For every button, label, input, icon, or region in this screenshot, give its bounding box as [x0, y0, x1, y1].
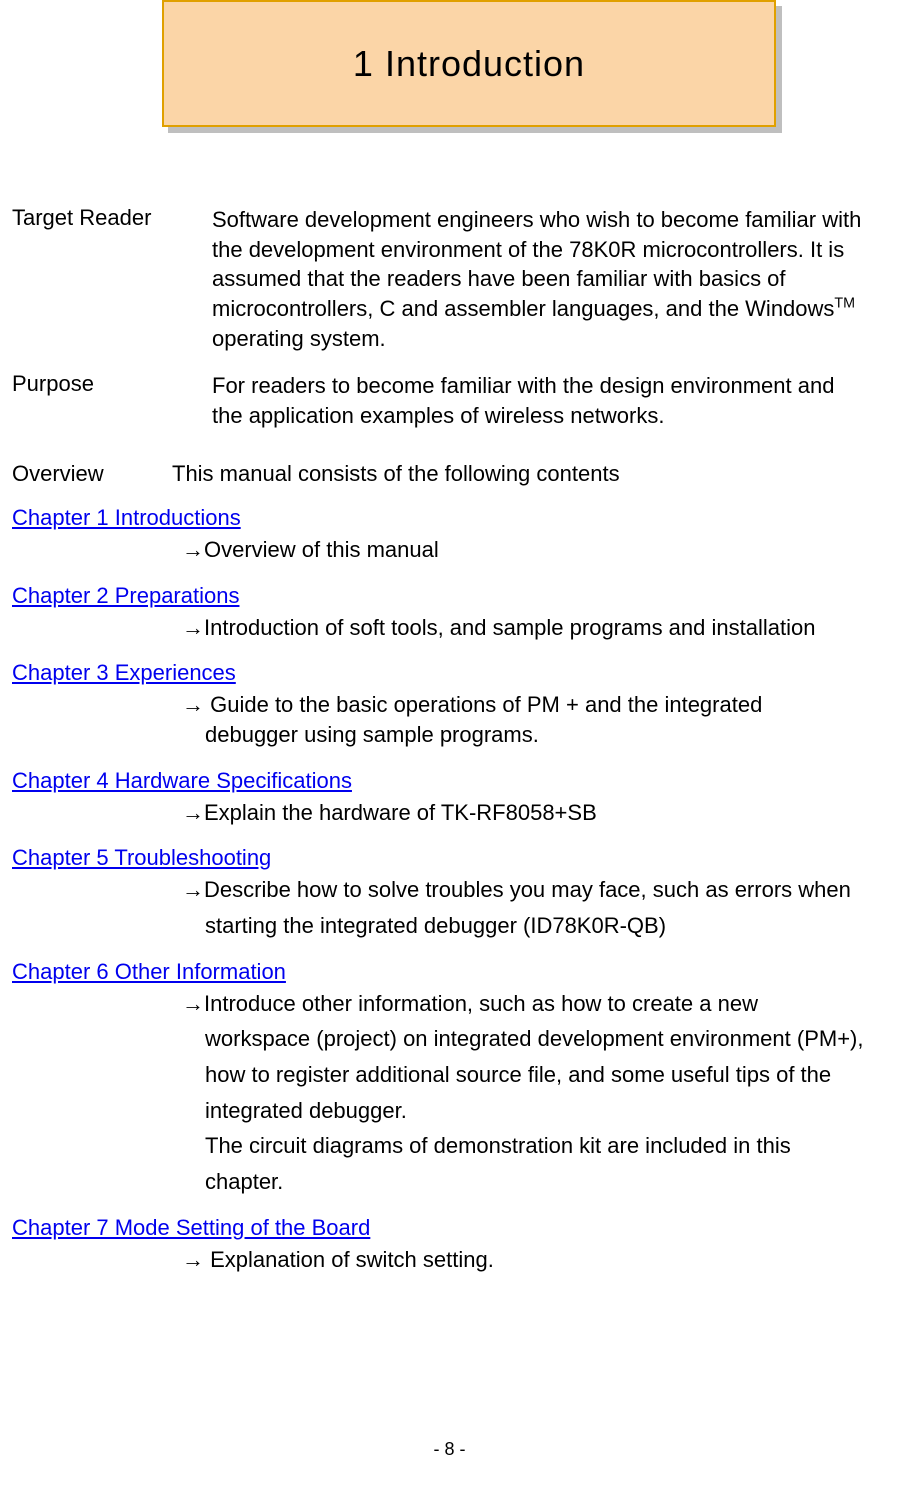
content-body: Target Reader Software development engin…: [12, 205, 887, 1274]
chapter-6-cont-3: The circuit diagrams of demonstration ki…: [182, 1125, 877, 1161]
chapter-6-link[interactable]: Chapter 6 Other Information: [12, 959, 286, 985]
chapter-4-link[interactable]: Chapter 4 Hardware Specifications: [12, 768, 352, 794]
target-reader-pre: Software development engineers who wish …: [212, 207, 861, 321]
target-reader-post: operating system.: [212, 326, 386, 351]
chapter-6-cont-2: integrated debugger.: [182, 1090, 877, 1126]
purpose-row: Purpose For readers to become familiar w…: [12, 371, 887, 430]
chapter-6-block: Chapter 6 Other Information →Introduce o…: [12, 959, 887, 1197]
title-banner: 1 Introduction: [162, 0, 782, 135]
chapter-7-link[interactable]: Chapter 7 Mode Setting of the Board: [12, 1215, 370, 1241]
arrow-icon: →: [182, 692, 210, 717]
chapter-6-cont-4: chapter.: [182, 1161, 877, 1197]
chapter-title: 1 Introduction: [353, 43, 585, 85]
purpose-label: Purpose: [12, 371, 212, 430]
chapter-5-cont: starting the integrated debugger (ID78K0…: [182, 905, 877, 941]
chapter-4-block: Chapter 4 Hardware Specifications →Expla…: [12, 768, 887, 828]
chapter-1-desc: →Overview of this manual: [182, 535, 887, 565]
page-number: - 8 -: [0, 1439, 899, 1460]
chapter-5-link[interactable]: Chapter 5 Troubleshooting: [12, 845, 271, 871]
trademark-superscript: TM: [834, 296, 855, 312]
overview-row: Overview This manual consists of the fol…: [12, 461, 887, 487]
arrow-icon: →: [182, 537, 204, 562]
overview-label: Overview: [12, 461, 172, 487]
chapter-2-block: Chapter 2 Preparations →Introduction of …: [12, 583, 887, 643]
chapter-4-desc: →Explain the hardware of TK-RF8058+SB: [182, 798, 887, 828]
arrow-icon: →: [182, 991, 204, 1016]
chapter-3-cont: debugger using sample programs.: [182, 720, 877, 750]
chapter-2-desc-text: Introduction of soft tools, and sample p…: [204, 615, 815, 640]
chapter-2-desc: →Introduction of soft tools, and sample …: [182, 613, 887, 643]
chapter-3-desc: → Guide to the basic operations of PM + …: [182, 690, 887, 749]
chapter-1-link[interactable]: Chapter 1 Introductions: [12, 505, 241, 531]
target-reader-text: Software development engineers who wish …: [212, 205, 887, 353]
chapter-7-block: Chapter 7 Mode Setting of the Board → Ex…: [12, 1215, 887, 1275]
arrow-icon: →: [182, 1247, 210, 1272]
overview-text: This manual consists of the following co…: [172, 461, 620, 487]
chapter-3-block: Chapter 3 Experiences → Guide to the bas…: [12, 660, 887, 749]
chapter-1-block: Chapter 1 Introductions →Overview of thi…: [12, 505, 887, 565]
chapter-1-desc-text: Overview of this manual: [204, 537, 439, 562]
arrow-icon: →: [182, 877, 204, 902]
arrow-icon: →: [182, 800, 204, 825]
chapter-3-desc-text: Guide to the basic operations of PM + an…: [210, 692, 762, 717]
chapter-7-desc: → Explanation of switch setting.: [182, 1245, 887, 1275]
chapter-6-desc: →Introduce other information, such as ho…: [182, 989, 887, 1197]
chapter-2-link[interactable]: Chapter 2 Preparations: [12, 583, 239, 609]
title-box: 1 Introduction: [162, 0, 776, 127]
chapter-3-link[interactable]: Chapter 3 Experiences: [12, 660, 236, 686]
chapter-7-desc-text: Explanation of switch setting.: [210, 1247, 494, 1272]
chapter-5-desc: →Describe how to solve troubles you may …: [182, 875, 887, 940]
target-reader-label: Target Reader: [12, 205, 212, 353]
chapter-6-cont-0: workspace (project) on integrated develo…: [182, 1018, 877, 1054]
target-reader-row: Target Reader Software development engin…: [12, 205, 887, 353]
arrow-icon: →: [182, 615, 204, 640]
chapter-5-desc-text: Describe how to solve troubles you may f…: [204, 877, 851, 902]
chapter-5-block: Chapter 5 Troubleshooting →Describe how …: [12, 845, 887, 940]
purpose-text: For readers to become familiar with the …: [212, 371, 887, 430]
chapter-6-cont-1: how to register additional source file, …: [182, 1054, 877, 1090]
chapter-4-desc-text: Explain the hardware of TK-RF8058+SB: [204, 800, 597, 825]
chapter-6-desc-text: Introduce other information, such as how…: [204, 991, 758, 1016]
